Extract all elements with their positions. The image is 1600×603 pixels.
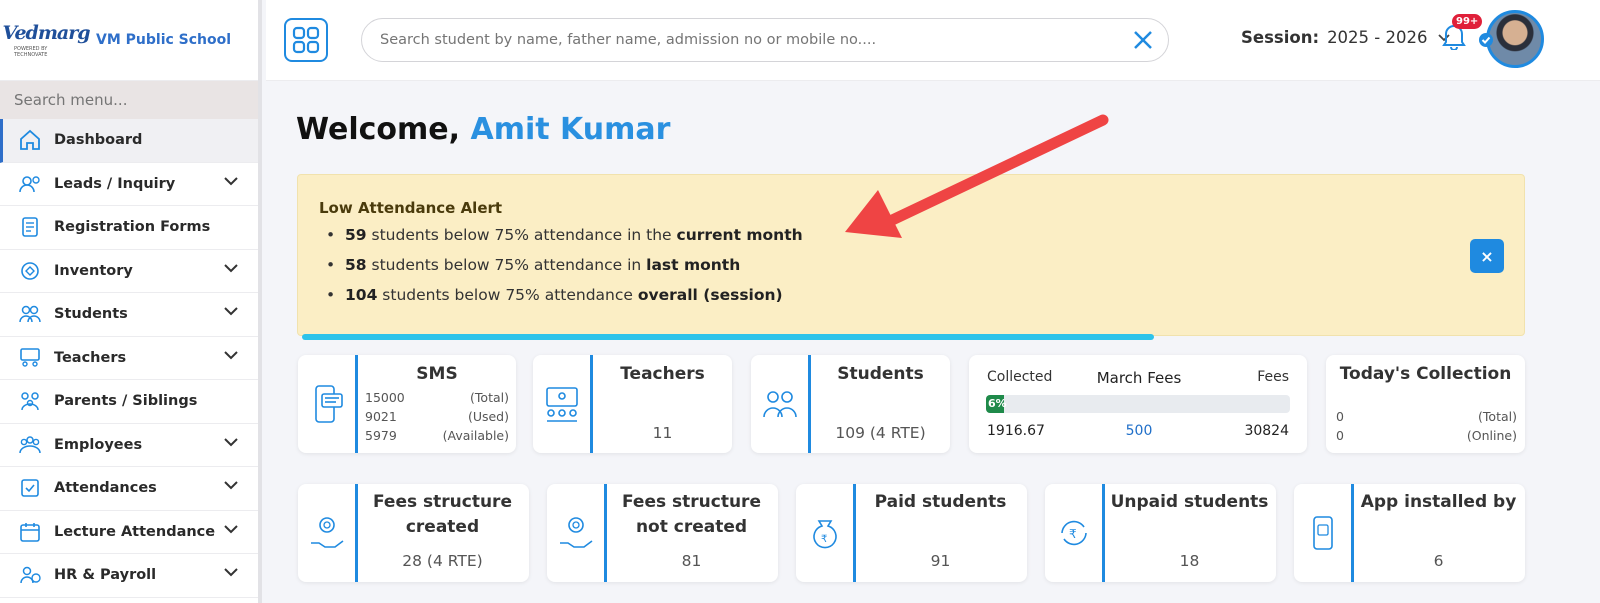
annotation-arrow [845, 114, 1109, 238]
